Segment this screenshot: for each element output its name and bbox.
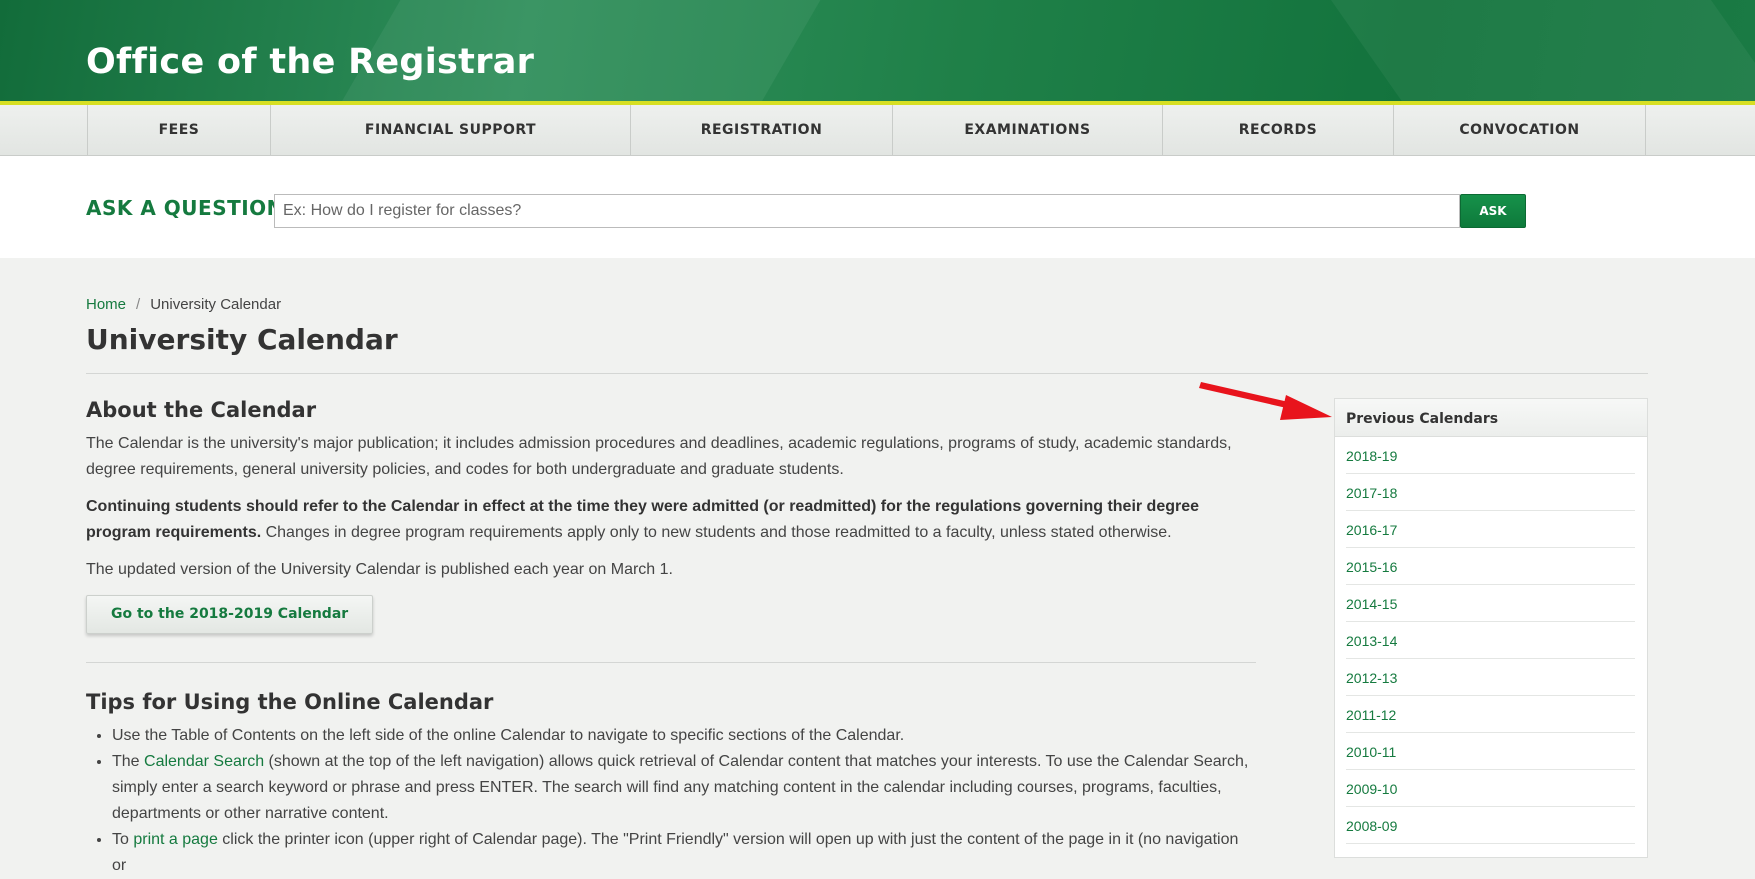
nav-item-examinations[interactable]: EXAMINATIONS [892, 105, 1162, 155]
annotation-arrow-icon [1199, 382, 1332, 420]
previous-calendars-panel: Previous Calendars 2018-19 2017-18 2016-… [1334, 398, 1648, 858]
nav-item-registration[interactable]: REGISTRATION [630, 105, 892, 155]
print-page-link[interactable]: print a page [133, 831, 218, 848]
breadcrumb: Home / University Calendar [86, 296, 281, 313]
about-paragraph-2-rest: Changes in degree program requirements a… [261, 524, 1172, 541]
main-content: About the Calendar The Calendar is the u… [86, 395, 1256, 879]
tip-text: click the printer icon (upper right of C… [112, 831, 1239, 874]
calendar-link-2018-19[interactable]: 2018-19 [1346, 437, 1635, 474]
nav-item-financial-support[interactable]: FINANCIAL SUPPORT [270, 105, 630, 155]
calendar-link-2012-13[interactable]: 2012-13 [1346, 659, 1635, 696]
tips-list: Use the Table of Contents on the left si… [86, 723, 1256, 879]
page-title: University Calendar [86, 323, 398, 356]
about-paragraph-3: The updated version of the University Ca… [86, 561, 673, 578]
tip-text: (shown at the top of the left navigation… [112, 753, 1249, 822]
breadcrumb-separator: / [136, 296, 141, 313]
calendar-link-2013-14[interactable]: 2013-14 [1346, 622, 1635, 659]
divider [86, 373, 1648, 374]
main-nav: FEES FINANCIAL SUPPORT REGISTRATION EXAM… [0, 105, 1755, 156]
calendar-link-2017-18[interactable]: 2017-18 [1346, 474, 1635, 511]
header-decoration [1302, 0, 1755, 102]
calendar-link-2009-10[interactable]: 2009-10 [1346, 770, 1635, 807]
tip-text: The [112, 753, 145, 770]
tip-item: The Calendar Search (shown at the top of… [112, 749, 1256, 827]
about-paragraph-2: Continuing students should refer to the … [86, 494, 1256, 546]
about-paragraph-1: The Calendar is the university's major p… [86, 435, 1232, 478]
calendar-link-2011-12[interactable]: 2011-12 [1346, 696, 1635, 733]
ask-question-input[interactable] [274, 194, 1460, 228]
about-heading: About the Calendar [86, 398, 317, 422]
calendar-link-2015-16[interactable]: 2015-16 [1346, 548, 1635, 585]
nav-item-convocation[interactable]: CONVOCATION [1393, 105, 1646, 155]
breadcrumb-home-link[interactable]: Home [86, 296, 126, 313]
ask-button[interactable]: ASK [1460, 194, 1526, 228]
calendar-link-2014-15[interactable]: 2014-15 [1346, 585, 1635, 622]
tip-item: To print a page click the printer icon (… [112, 827, 1256, 879]
calendar-link-2008-09[interactable]: 2008-09 [1346, 807, 1635, 844]
go-to-calendar-button[interactable]: Go to the 2018-2019 Calendar [86, 595, 374, 634]
divider [86, 662, 1256, 663]
site-title[interactable]: Office of the Registrar [86, 42, 534, 82]
nav-item-fees[interactable]: FEES [87, 105, 270, 155]
calendar-link-2016-17[interactable]: 2016-17 [1346, 511, 1635, 548]
previous-calendars-title: Previous Calendars [1335, 399, 1647, 437]
previous-calendars-list: 2018-19 2017-18 2016-17 2015-16 2014-15 … [1346, 437, 1635, 844]
site-header: Office of the Registrar [0, 0, 1755, 102]
tips-heading: Tips for Using the Online Calendar [86, 690, 494, 714]
nav-item-records[interactable]: RECORDS [1162, 105, 1393, 155]
breadcrumb-current: University Calendar [150, 296, 282, 313]
tip-item: Use the Table of Contents on the left si… [112, 723, 1256, 749]
calendar-link-2010-11[interactable]: 2010-11 [1346, 733, 1635, 770]
calendar-search-link[interactable]: Calendar Search [144, 753, 264, 770]
ask-question-label: ASK A QUESTION [86, 196, 284, 220]
tip-text: To [112, 831, 134, 848]
